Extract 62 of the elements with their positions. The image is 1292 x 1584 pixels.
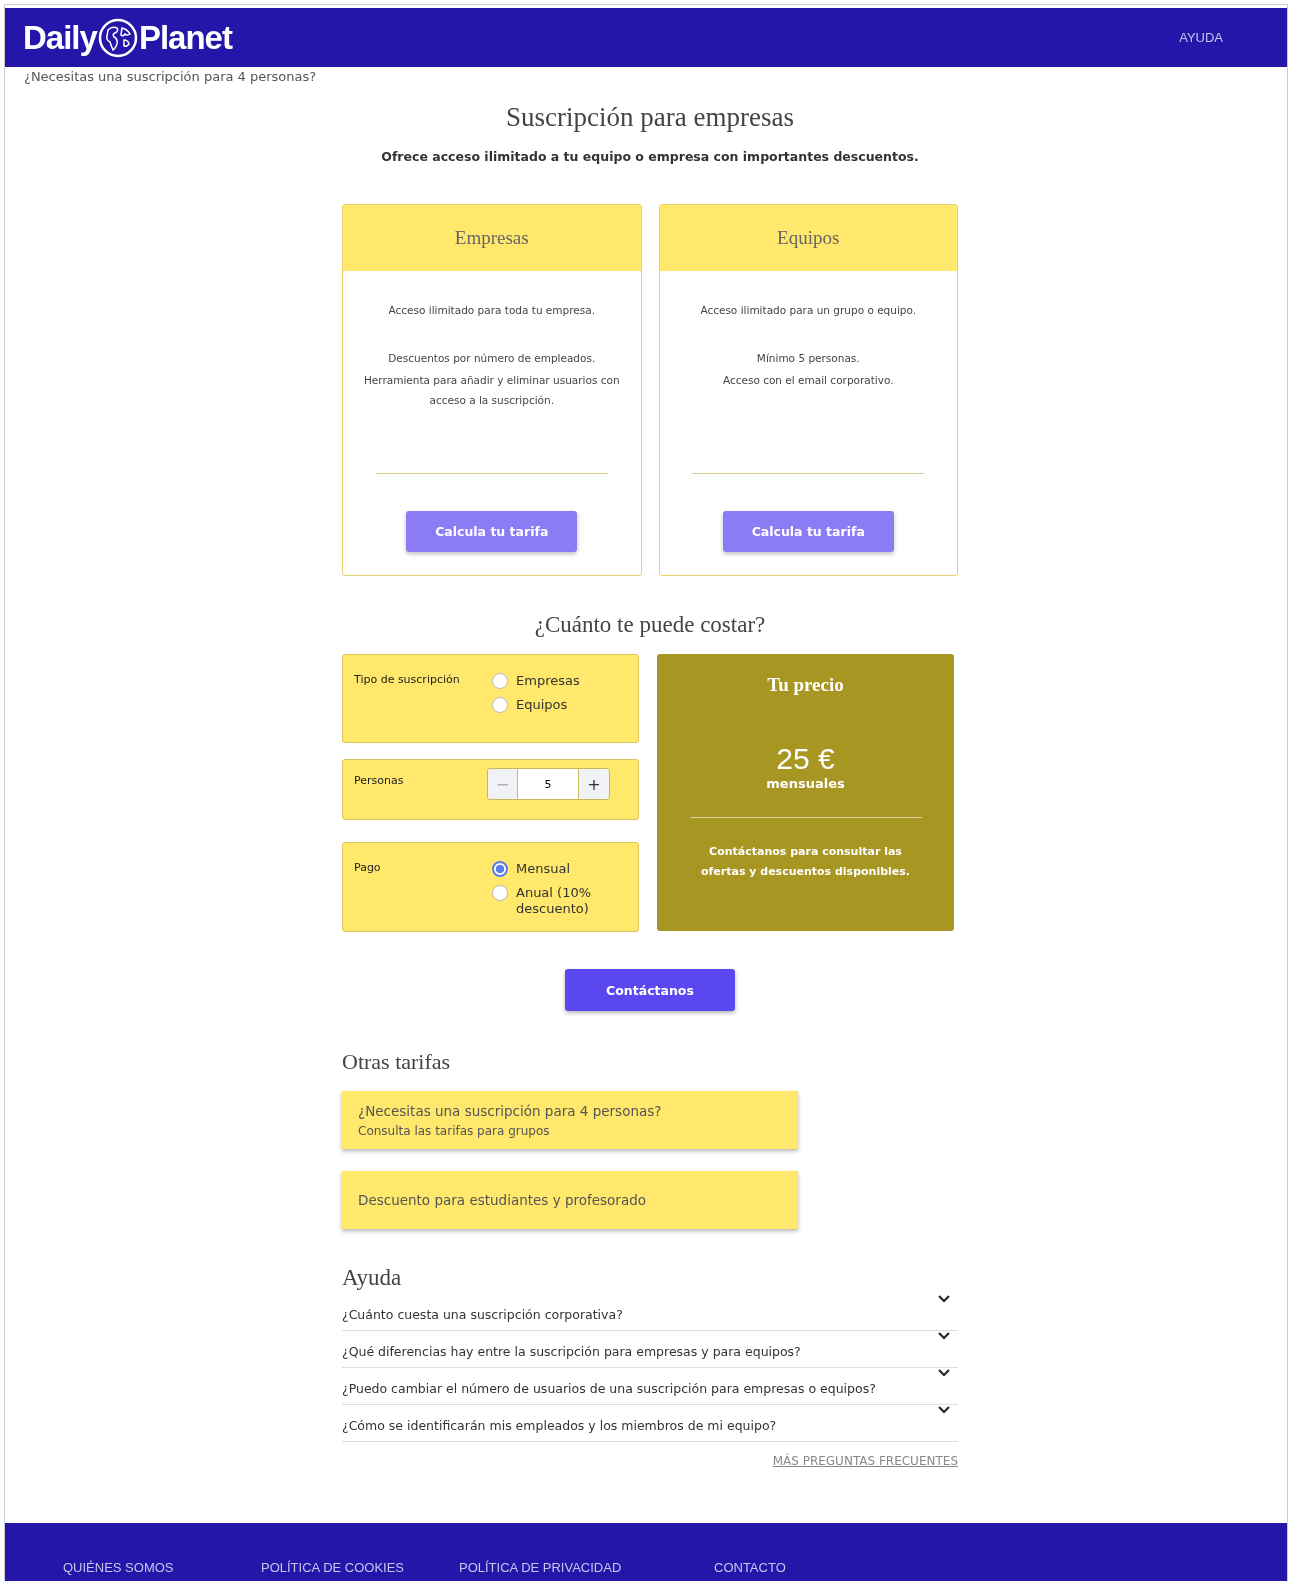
field-label: Tipo de suscripción xyxy=(354,673,460,688)
plan-title: Empresas xyxy=(343,205,641,271)
page-title: Suscripción para empresas xyxy=(505,102,795,133)
rate-subtitle: Consulta las tarifas para grupos xyxy=(358,1123,551,1138)
help-link[interactable]: AYUDA xyxy=(1179,30,1223,45)
chevron-icon[interactable] xyxy=(938,1369,950,1377)
price-note: Contáctanos para consultar las ofertas y descuentos disponibles. xyxy=(699,844,912,880)
question-text: ¿Cuánto cuesta una suscripción corporativa? xyxy=(342,1307,623,1322)
radio-option[interactable]: Anual (10% descuento) xyxy=(492,885,628,917)
question-text: ¿Puedo cambiar el número de usuarios de una suscripción para empresas o equipos? xyxy=(342,1381,876,1396)
field-label: Personas xyxy=(354,774,404,789)
increment-button[interactable]: + xyxy=(579,769,609,799)
footer-link[interactable]: CONTACTO xyxy=(714,1560,912,1575)
intro-text: Ofrece acceso ilimitado a tu equipo o empresa con importantes descuentos. xyxy=(380,149,920,164)
feature-text: Mínimo 5 personas. xyxy=(755,350,861,366)
footer-link[interactable]: POLÍTICA DE COOKIES xyxy=(261,1560,459,1575)
faq-item[interactable]: ¿Cuánto cuesta una suscripción corporativa? xyxy=(342,1295,958,1331)
rate-card[interactable]: Descuento para estudiantes y profesorado xyxy=(342,1171,798,1229)
option-label: Anual (10% descuento) xyxy=(516,885,593,917)
section-title: Ayuda xyxy=(342,1265,403,1291)
plan-title: Equipos xyxy=(659,205,957,271)
notice-text: ¿Necesitas una suscripción para 4 personas? xyxy=(23,68,318,84)
chevron-icon[interactable] xyxy=(938,1406,950,1414)
globe-icon xyxy=(97,17,138,58)
logo-text: Planet xyxy=(138,18,232,57)
radio-icon[interactable] xyxy=(492,861,508,877)
rate-card[interactable]: ¿Necesitas una suscripción para 4 personas? Consulta las tarifas para grupos xyxy=(342,1091,798,1149)
feature-text: Acceso ilimitado para toda tu empresa. xyxy=(387,303,596,318)
logo-text: Daily xyxy=(23,18,97,57)
chevron-icon[interactable] xyxy=(938,1295,950,1303)
radio-icon[interactable] xyxy=(492,673,508,689)
price-period: mensuales xyxy=(766,776,845,791)
price-title: Tu precio xyxy=(767,674,844,696)
rate-title: ¿Necesitas una suscripción para 4 personas? xyxy=(358,1102,663,1119)
option-label: Mensual xyxy=(516,861,571,877)
radio-option[interactable]: Mensual xyxy=(492,861,628,877)
faq-item[interactable]: ¿Qué diferencias hay entre la suscripción para empresas y para equipos? xyxy=(342,1332,958,1368)
section-title: Otras tarifas xyxy=(342,1049,452,1075)
option-label: Equipos xyxy=(516,697,568,712)
feature-text: Acceso con el email corporativo. xyxy=(721,372,895,388)
feature-text: Descuentos por número de empleados. xyxy=(387,350,597,366)
field-label: Pago xyxy=(354,861,381,876)
radio-option[interactable]: Equipos xyxy=(492,697,628,713)
rate-title: Descuento para estudiantes y profesorado xyxy=(358,1192,647,1208)
faq-item[interactable]: ¿Cómo se identificarán mis empleados y los miembros de mi equipo? xyxy=(342,1406,958,1442)
footer-link[interactable]: POLÍTICA DE PRIVACIDAD xyxy=(459,1560,714,1575)
quantity-field[interactable]: 5 xyxy=(518,769,579,799)
section-title: ¿Cuánto te puede costar? xyxy=(533,612,767,638)
question-text: ¿Cómo se identificarán mis empleados y los miembros de mi equipo? xyxy=(342,1418,777,1433)
contact-button[interactable]: Contáctanos xyxy=(565,969,735,1011)
question-text: ¿Qué diferencias hay entre la suscripción para empresas y para equipos? xyxy=(342,1344,801,1359)
footer-link[interactable]: QUIÉNES SOMOS xyxy=(63,1560,261,1575)
radio-option[interactable]: Empresas xyxy=(492,673,628,689)
faq-link[interactable]: MÁS PREGUNTAS FRECUENTES xyxy=(772,1454,958,1468)
radio-icon[interactable] xyxy=(492,697,508,713)
feature-text: Acceso ilimitado para un grupo o equipo. xyxy=(700,303,917,318)
price-amount: 25 € xyxy=(776,742,835,776)
faq-item[interactable]: ¿Puedo cambiar el número de usuarios de una suscripción para empresas o equipos? xyxy=(342,1369,958,1405)
option-label: Empresas xyxy=(516,673,580,688)
radio-icon[interactable] xyxy=(492,885,508,901)
feature-text: Herramienta para añadir y eliminar usuarios con acceso a la suscripción. xyxy=(362,372,621,408)
chevron-icon[interactable] xyxy=(938,1332,950,1340)
